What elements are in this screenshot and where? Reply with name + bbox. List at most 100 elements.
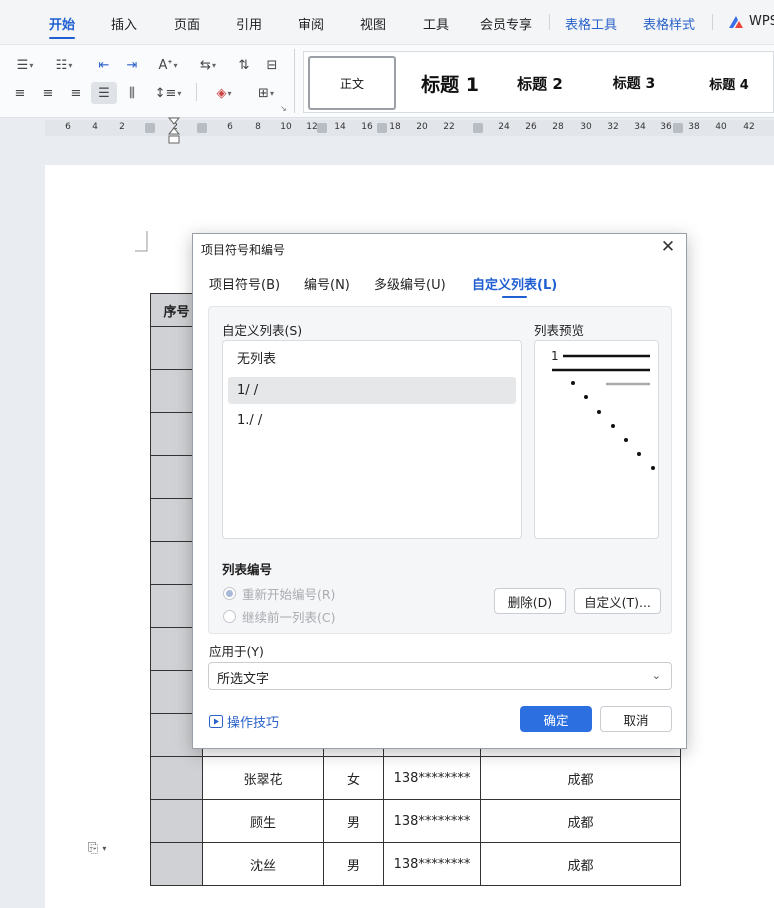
chevron-down-icon: ▾: [102, 843, 107, 853]
horizontal-ruler[interactable]: 6 4 2 2 6 8 10 12 14 16 18 20 22 24 26 2…: [45, 120, 774, 136]
chevron-down-icon: ▾: [227, 88, 232, 98]
apply-to-select[interactable]: 所选文字 ⌄: [208, 662, 672, 690]
text-format-button[interactable]: Aᐩ ▾: [151, 54, 185, 76]
custom-list-panel: 自定义列表(S) 列表预览 无列表 1/ / 1./ / 1 列表编号 重新开始…: [208, 306, 672, 634]
ruler-column-marker[interactable]: [377, 123, 387, 133]
ruler-number: 6: [65, 122, 71, 132]
continue-list-radio[interactable]: 继续前一列表(C): [223, 607, 335, 626]
name-cell[interactable]: 沈丝: [202, 842, 324, 886]
menu-tab-home[interactable]: 开始: [49, 14, 76, 39]
show-marks-button[interactable]: ⊟: [259, 54, 285, 76]
phone-cell[interactable]: 138********: [383, 756, 481, 800]
menu-tab-member[interactable]: 会员专享: [480, 14, 532, 33]
align-center-button[interactable]: ≡: [35, 82, 61, 104]
sort-button[interactable]: ⇅: [231, 54, 257, 76]
style-heading-3[interactable]: 标题 3: [594, 56, 674, 110]
align-right-button[interactable]: ≡: [63, 82, 89, 104]
paragraph-settings-launcher-icon[interactable]: ↘: [280, 104, 287, 113]
table-row: 沈丝 男 138******** 成都: [150, 842, 681, 886]
name-cell[interactable]: 顾生: [202, 799, 324, 843]
justify-button[interactable]: ☰: [91, 82, 117, 104]
distributed-align-button[interactable]: ⫼: [119, 82, 145, 104]
tab-custom-list[interactable]: 自定义列表(L): [472, 274, 557, 298]
city-cell[interactable]: 成都: [480, 842, 681, 886]
close-icon[interactable]: ✕: [658, 237, 678, 257]
operation-tips-link[interactable]: 操作技巧: [209, 712, 279, 731]
menu-tab-insert[interactable]: 插入: [111, 14, 137, 33]
increase-indent-button[interactable]: ⇥: [119, 54, 145, 76]
table-cell[interactable]: [150, 799, 203, 843]
continue-list-label: 继续前一列表(C): [242, 610, 336, 625]
list-item[interactable]: 1/ /: [228, 377, 516, 404]
play-video-icon: [209, 715, 223, 728]
style-normal[interactable]: 正文: [308, 56, 396, 110]
chevron-down-icon: ⌄: [651, 669, 661, 682]
table-row: 张翠花 女 138******** 成都: [150, 756, 681, 800]
ruler-margin-marker[interactable]: [145, 123, 155, 133]
ruler-number: 8: [255, 122, 261, 132]
ruler-margin-marker[interactable]: [197, 123, 207, 133]
style-heading-2[interactable]: 标题 2: [500, 56, 580, 110]
preview-label: 列表预览: [534, 323, 585, 338]
delete-button[interactable]: 删除(D): [494, 588, 566, 614]
menu-tab-table-tools[interactable]: 表格工具: [565, 14, 617, 33]
tab-numbering[interactable]: 编号(N): [304, 274, 350, 293]
menu-tab-tools[interactable]: 工具: [423, 14, 449, 33]
ruler-number: 6: [227, 122, 233, 132]
sort-icon: ⇅: [238, 57, 250, 73]
radio-empty-icon: [223, 610, 236, 623]
ribbon-divider: [294, 49, 295, 113]
borders-button[interactable]: ⊞ ▾: [249, 82, 283, 104]
phone-cell[interactable]: 138********: [383, 842, 481, 886]
ruler-column-marker[interactable]: [473, 123, 483, 133]
dialog-title: 项目符号和编号: [201, 243, 286, 257]
menu-divider: [549, 14, 550, 30]
restart-numbering-radio[interactable]: 重新开始编号(R): [223, 584, 335, 603]
style-heading-4[interactable]: 标题 4: [694, 56, 764, 110]
city-cell[interactable]: 成都: [480, 799, 681, 843]
text-direction-icon: ⇆: [200, 57, 211, 73]
align-left-button[interactable]: ≡: [7, 82, 33, 104]
menu-tab-reference[interactable]: 引用: [236, 14, 262, 33]
ruler-column-marker[interactable]: [317, 123, 327, 133]
tab-bullets[interactable]: 项目符号(B): [209, 274, 280, 293]
customize-button[interactable]: 自定义(T)...: [574, 588, 661, 614]
menu-tab-table-style[interactable]: 表格样式: [643, 14, 695, 33]
style-gallery: 正文 标题 1 标题 2 标题 3 标题 4: [303, 51, 774, 113]
name-cell[interactable]: 张翠花: [202, 756, 324, 800]
decrease-indent-button[interactable]: ⇤: [91, 54, 117, 76]
cancel-button[interactable]: 取消: [600, 706, 672, 732]
custom-list-box[interactable]: 无列表 1/ / 1./ /: [222, 340, 522, 539]
indent-marker-icon[interactable]: [166, 116, 182, 146]
table-cell[interactable]: [150, 842, 203, 886]
numbered-list-button[interactable]: ☷ ▾: [51, 54, 77, 76]
bullet-list-button[interactable]: ☰ ▾: [12, 54, 38, 76]
wps-ai-button[interactable]: WPS: [728, 14, 774, 29]
paste-options-button[interactable]: ⎘ ▾: [88, 837, 126, 859]
style-heading-1[interactable]: 标题 1: [404, 56, 496, 110]
table-cell[interactable]: [150, 756, 203, 800]
menu-tab-page[interactable]: 页面: [174, 14, 200, 33]
bullet-list-icon: ☰: [16, 57, 29, 73]
text-direction-button[interactable]: ⇆ ▾: [193, 54, 223, 76]
menu-tab-review[interactable]: 审阅: [298, 14, 324, 33]
ruler-column-marker[interactable]: [673, 123, 683, 133]
gender-cell[interactable]: 男: [323, 842, 384, 886]
shading-button[interactable]: ◈ ▾: [207, 82, 241, 104]
menu-tab-view[interactable]: 视图: [360, 14, 386, 33]
list-item[interactable]: 1./ /: [228, 407, 516, 434]
list-preview: 1: [534, 340, 659, 539]
ruler-number: 10: [280, 122, 292, 132]
city-cell[interactable]: 成都: [480, 756, 681, 800]
distributed-align-icon: ⫼: [129, 85, 135, 101]
table-row: 顾生 男 138******** 成都: [150, 799, 681, 843]
tab-multilevel[interactable]: 多级编号(U): [374, 274, 446, 293]
ruler-number: 26: [525, 122, 537, 132]
ok-button[interactable]: 确定: [520, 706, 592, 732]
ruler-number: 4: [92, 122, 98, 132]
list-item[interactable]: 无列表: [228, 346, 516, 373]
gender-cell[interactable]: 女: [323, 756, 384, 800]
gender-cell[interactable]: 男: [323, 799, 384, 843]
phone-cell[interactable]: 138********: [383, 799, 481, 843]
line-spacing-button[interactable]: ↕≡ ▾: [151, 82, 185, 104]
